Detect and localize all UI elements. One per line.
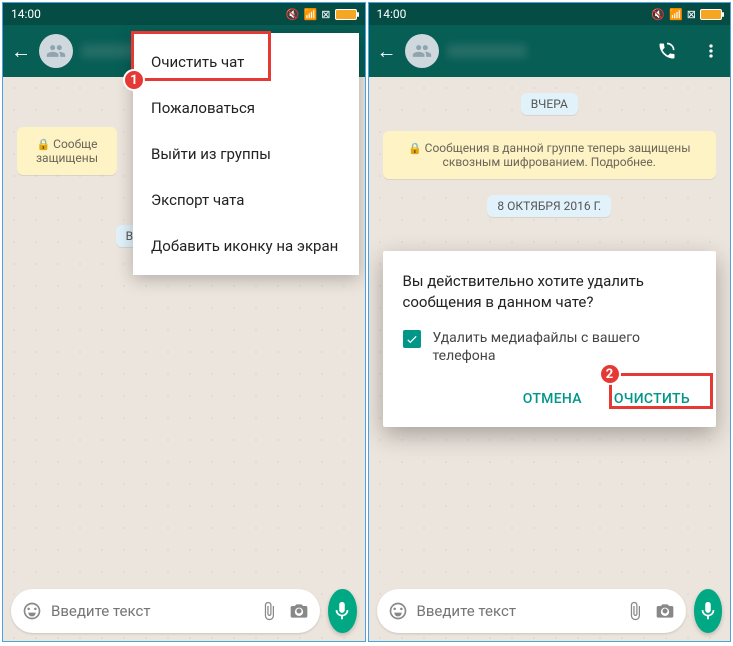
date-chip-yesterday: ВЧЕРА xyxy=(521,93,578,115)
group-avatar[interactable] xyxy=(405,34,439,68)
dialog-buttons: ОТМЕНА ОЧИСТИТЬ xyxy=(403,383,697,415)
badge-2: 2 xyxy=(599,363,621,385)
back-icon[interactable]: ← xyxy=(11,39,31,64)
lock-icon: 🔒 xyxy=(36,138,50,151)
more-icon[interactable] xyxy=(700,40,722,62)
attach-icon[interactable] xyxy=(624,600,646,622)
dialog-title: Вы действительно хотите удалить сообщени… xyxy=(403,271,697,313)
phone-left: 14:00 🔇 📶 ⊠ ← 🔒 Сообщезащищены Вы были д… xyxy=(2,2,366,642)
status-time: 14:00 xyxy=(11,7,41,21)
status-icons: 🔇 📶 ⊠ xyxy=(286,8,357,21)
input-bar xyxy=(11,589,357,633)
menu-leave-group[interactable]: Выйти из группы xyxy=(133,131,359,177)
signal-icon: ⊠ xyxy=(321,8,330,21)
input-bar xyxy=(377,589,723,633)
status-icons: 🔇 📶 ⊠ xyxy=(651,8,722,21)
status-bar: 14:00 🔇 📶 ⊠ xyxy=(369,3,731,25)
menu-export-chat[interactable]: Экспорт чата xyxy=(133,177,359,223)
battery-icon xyxy=(700,9,722,20)
date-chip-row: ВЧЕРА xyxy=(369,93,731,115)
camera-icon[interactable] xyxy=(288,600,310,622)
status-time: 14:00 xyxy=(377,7,407,21)
attach-icon[interactable] xyxy=(258,600,280,622)
checkbox-icon[interactable] xyxy=(403,330,421,348)
encryption-notice: 🔒 Сообщезащищены xyxy=(17,127,117,175)
emoji-icon[interactable] xyxy=(21,600,43,622)
chat-title-blurred xyxy=(447,44,527,58)
battery-icon xyxy=(335,9,357,20)
lock-icon: 🔒 xyxy=(408,142,422,155)
encryption-text: Сообщения в данной группе теперь защищен… xyxy=(425,141,691,169)
message-input[interactable] xyxy=(51,602,250,620)
camera-icon[interactable] xyxy=(654,600,676,622)
menu-report[interactable]: Пожаловаться xyxy=(133,85,359,131)
date-chip-row: 8 ОКТЯБРЯ 2016 Г. xyxy=(369,195,731,217)
signal-icon: ⊠ xyxy=(687,8,696,21)
status-bar: 14:00 🔇 📶 ⊠ xyxy=(3,3,365,25)
menu-add-shortcut[interactable]: Добавить иконку на экран xyxy=(133,223,359,269)
group-icon xyxy=(412,41,432,61)
mic-button[interactable] xyxy=(328,589,357,633)
emoji-icon[interactable] xyxy=(387,600,409,622)
call-icon[interactable] xyxy=(656,40,678,62)
clear-button[interactable]: ОЧИСТИТЬ xyxy=(608,383,696,415)
badge-1: 1 xyxy=(123,69,145,91)
phone-right: 14:00 🔇 📶 ⊠ ← ВЧЕРА 🔒 Сообщения в данной… xyxy=(368,2,732,642)
mute-icon: 🔇 xyxy=(651,8,665,21)
back-icon[interactable]: ← xyxy=(377,39,397,64)
chat-header: ← xyxy=(369,25,731,77)
clear-chat-dialog: Вы действительно хотите удалить сообщени… xyxy=(383,251,717,427)
encryption-notice[interactable]: 🔒 Сообщения в данной группе теперь защищ… xyxy=(383,131,717,179)
message-input[interactable] xyxy=(417,602,616,620)
menu-clear-chat[interactable]: Очистить чат xyxy=(133,39,359,85)
mute-icon: 🔇 xyxy=(286,8,300,21)
cancel-button[interactable]: ОТМЕНА xyxy=(517,383,588,415)
overflow-menu: Очистить чат Пожаловаться Выйти из групп… xyxy=(133,33,359,275)
message-input-box[interactable] xyxy=(377,589,686,633)
wifi-icon: 📶 xyxy=(669,8,683,21)
dialog-checkbox-row[interactable]: Удалить медиафайлы с вашего телефона xyxy=(403,329,697,365)
checkbox-label: Удалить медиафайлы с вашего телефона xyxy=(433,329,697,365)
message-input-box[interactable] xyxy=(11,589,320,633)
mic-button[interactable] xyxy=(694,589,723,633)
wifi-icon: 📶 xyxy=(304,8,318,21)
date-chip-october: 8 ОКТЯБРЯ 2016 Г. xyxy=(487,195,611,217)
group-icon xyxy=(46,41,66,61)
group-avatar[interactable] xyxy=(39,34,73,68)
